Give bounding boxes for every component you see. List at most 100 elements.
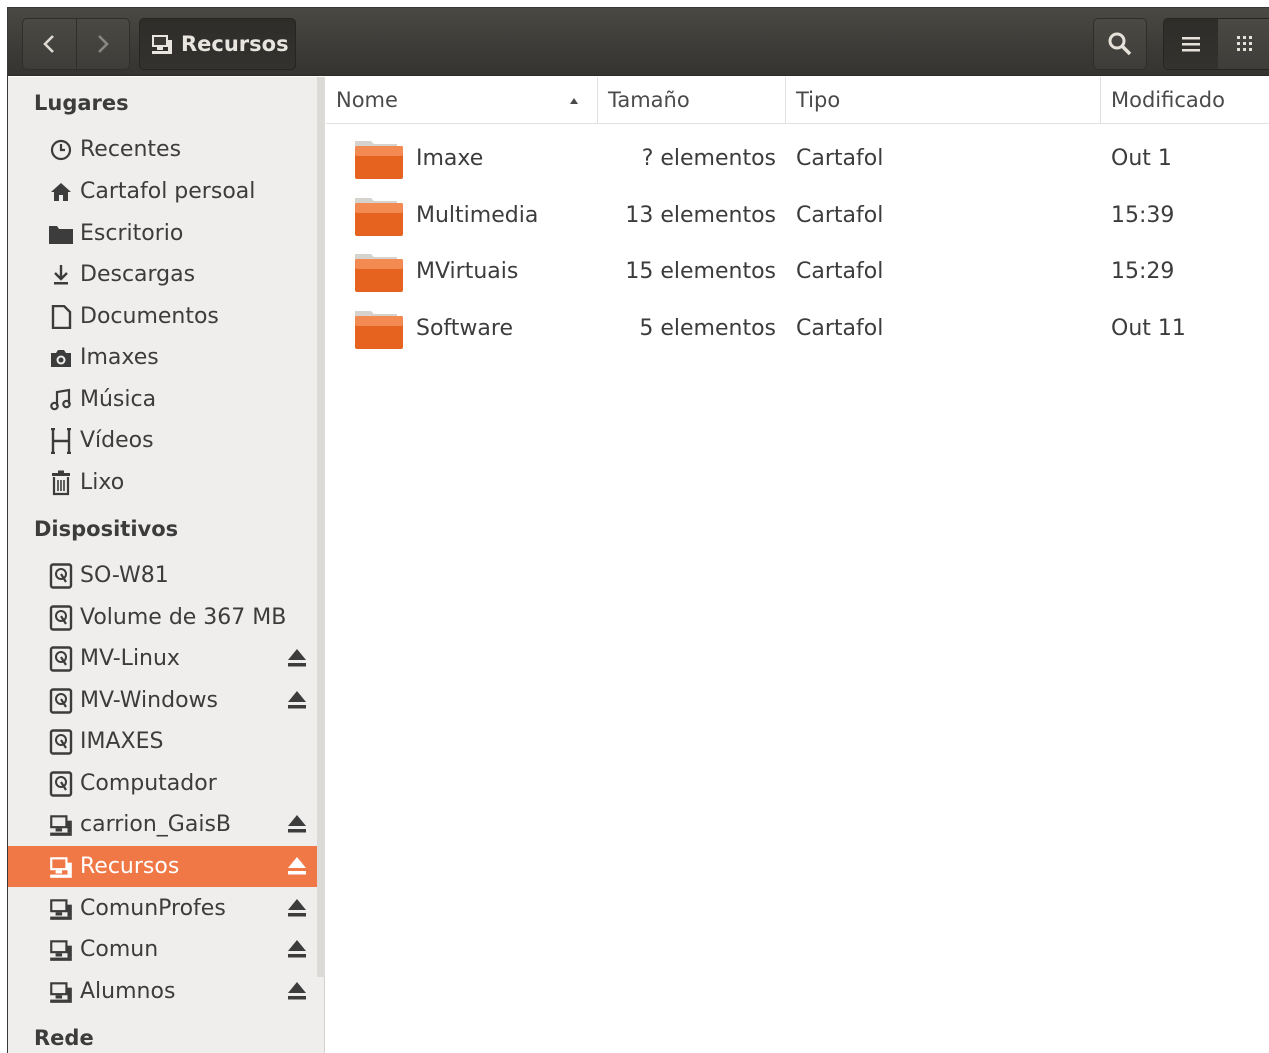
music-icon [48, 387, 74, 413]
eject-icon[interactable] [286, 979, 308, 1003]
search-button[interactable] [1093, 18, 1147, 70]
sidebar-item-label: ComunProfes [80, 896, 226, 921]
sidebar-item-cartafol-persoal[interactable]: Cartafol persoal [8, 171, 317, 212]
sidebar-item-label: Imaxes [80, 345, 159, 370]
file-name: Multimedia [416, 203, 539, 228]
sidebar-item-musica[interactable]: Música [8, 379, 317, 420]
camera-icon [48, 345, 74, 371]
file-type: Cartafol [796, 146, 884, 171]
network-share-icon [48, 896, 74, 922]
sidebar: Lugares Recentes Cartafol persoal Escrit… [8, 77, 325, 1053]
sidebar-item-imaxes-drive[interactable]: IMAXES [8, 721, 317, 762]
drive-icon [48, 687, 74, 714]
file-name: MVirtuais [416, 259, 519, 284]
eject-icon[interactable] [286, 812, 308, 836]
sidebar-item-label: Escritorio [80, 221, 184, 246]
eject-icon[interactable] [286, 854, 308, 878]
file-type: Cartafol [796, 203, 884, 228]
network-share-icon [48, 979, 74, 1005]
eject-icon[interactable] [286, 937, 308, 961]
file-type: Cartafol [796, 316, 884, 341]
grid-view-button[interactable] [1218, 19, 1269, 69]
sidebar-item-label: Computador [80, 771, 217, 796]
search-icon [1108, 32, 1132, 56]
path-bar-button[interactable]: Recursos [139, 18, 296, 70]
clock-icon [48, 137, 74, 163]
sidebar-item-label: Comun [80, 937, 159, 962]
sidebar-item-comun[interactable]: Comun [8, 929, 317, 970]
file-size: 15 elementos [625, 259, 776, 284]
file-size: ? elementos [641, 146, 776, 171]
file-row[interactable]: Imaxe ? elementos Cartafol Out 1 [326, 132, 1269, 188]
eject-icon[interactable] [286, 896, 308, 920]
column-header-label: Nome [336, 88, 398, 112]
file-manager-window: Recursos Lugares Recentes Cartafol perso… [7, 7, 1269, 1053]
sidebar-item-label: Recentes [80, 137, 182, 162]
sidebar-item-recentes[interactable]: Recentes [8, 129, 317, 170]
sidebar-item-label: MV-Linux [80, 646, 180, 671]
sidebar-item-label: Vídeos [80, 428, 154, 453]
column-header-size[interactable]: Tamaño [598, 77, 786, 124]
sidebar-item-mv-windows[interactable]: MV-Windows [8, 680, 317, 721]
sidebar-item-videos[interactable]: Vídeos [8, 420, 317, 461]
sidebar-item-volume-367mb[interactable]: Volume de 367 MB [8, 597, 317, 638]
eject-icon[interactable] [286, 646, 308, 670]
forward-button[interactable] [75, 19, 129, 69]
section-title-places: Lugares [34, 91, 129, 115]
navigation-buttons [22, 18, 130, 70]
trash-icon [48, 470, 74, 496]
network-share-icon [48, 854, 74, 880]
sidebar-item-label: Música [80, 387, 157, 412]
drive-icon [48, 562, 74, 589]
file-modified: 15:29 [1111, 259, 1175, 284]
drive-icon [48, 770, 74, 797]
drive-icon [48, 645, 74, 672]
sidebar-item-computador[interactable]: Computador [8, 763, 317, 804]
folder-icon [48, 221, 74, 247]
file-row[interactable]: MVirtuais 15 elementos Cartafol 15:29 [326, 245, 1269, 301]
file-modified: Out 11 [1111, 316, 1186, 341]
drive-icon [48, 604, 74, 631]
sidebar-item-escritorio[interactable]: Escritorio [8, 213, 317, 254]
view-switcher [1163, 18, 1269, 70]
header-bar: Recursos [8, 8, 1269, 76]
folder-icon [355, 141, 403, 179]
sidebar-item-so-w81[interactable]: SO-W81 [8, 555, 317, 596]
back-button[interactable] [23, 19, 76, 69]
file-size: 13 elementos [625, 203, 776, 228]
eject-icon[interactable] [286, 688, 308, 712]
home-icon [48, 179, 74, 205]
sidebar-item-label: carrion_GaisB [80, 812, 231, 837]
sidebar-item-lixo[interactable]: Lixo [8, 462, 317, 503]
film-icon [48, 427, 74, 454]
column-header-label: Modificado [1111, 88, 1225, 112]
column-header-type[interactable]: Tipo [786, 77, 1101, 124]
sidebar-item-descargas[interactable]: Descargas [8, 254, 317, 295]
file-size: 5 elementos [639, 316, 776, 341]
column-header-name[interactable]: Nome [326, 77, 598, 124]
sidebar-item-mv-linux[interactable]: MV-Linux [8, 638, 317, 679]
file-name: Imaxe [416, 146, 484, 171]
grid-view-icon [1237, 36, 1252, 51]
column-header-modified[interactable]: Modificado [1101, 77, 1269, 124]
file-row[interactable]: Software 5 elementos Cartafol Out 11 [326, 302, 1269, 358]
network-share-icon [48, 937, 74, 963]
network-share-icon [48, 812, 74, 838]
chevron-right-icon [98, 35, 109, 53]
sidebar-item-label: Recursos [80, 854, 180, 879]
path-label: Recursos [181, 32, 289, 56]
sidebar-item-comunprofes[interactable]: ComunProfes [8, 888, 317, 929]
file-modified: 15:39 [1111, 203, 1175, 228]
sidebar-scrollbar[interactable] [317, 77, 325, 977]
sidebar-item-carrion-gaisb[interactable]: carrion_GaisB [8, 804, 317, 845]
file-row[interactable]: Multimedia 13 elementos Cartafol 15:39 [326, 189, 1269, 245]
sidebar-item-imaxes[interactable]: Imaxes [8, 337, 317, 378]
folder-icon [355, 198, 403, 236]
sidebar-item-documentos[interactable]: Documentos [8, 296, 317, 337]
file-list-view: Nome Tamaño Tipo Modificado Imaxe ? elem… [326, 77, 1269, 1053]
sidebar-item-label: IMAXES [80, 729, 164, 754]
sidebar-item-label: SO-W81 [80, 563, 169, 588]
sidebar-item-alumnos[interactable]: Alumnos [8, 971, 317, 1012]
list-view-button[interactable] [1164, 19, 1218, 69]
sidebar-item-recursos[interactable]: Recursos [8, 846, 317, 887]
